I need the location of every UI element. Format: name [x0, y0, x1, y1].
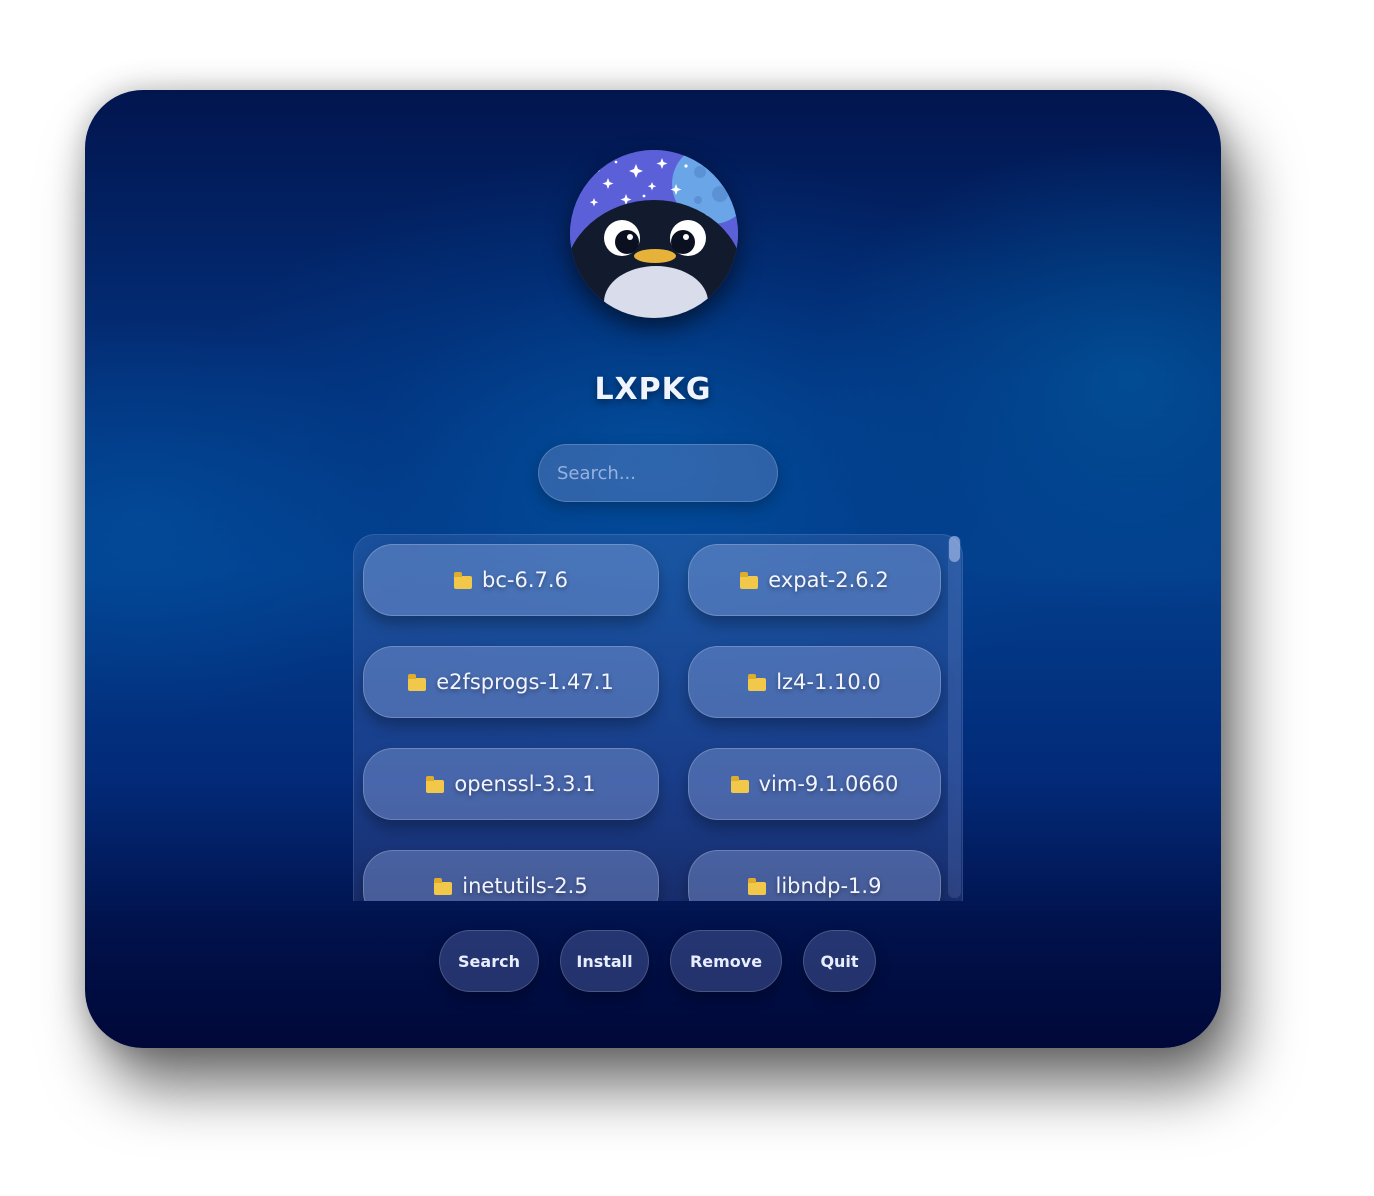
package-label: expat-2.6.2 — [768, 568, 889, 592]
package-list-scrollbar-thumb[interactable] — [949, 536, 960, 562]
folder-icon — [730, 776, 749, 793]
package-item-openssl[interactable]: openssl-3.3.1 — [363, 748, 659, 820]
install-button[interactable]: Install — [560, 930, 649, 992]
package-label: inetutils-2.5 — [462, 874, 588, 898]
remove-button[interactable]: Remove — [670, 930, 782, 992]
package-label: openssl-3.3.1 — [454, 772, 596, 796]
package-item-inetutils[interactable]: inetutils-2.5 — [363, 850, 659, 901]
package-label: bc-6.7.6 — [482, 568, 568, 592]
folder-icon — [408, 674, 427, 691]
package-item-vim[interactable]: vim-9.1.0660 — [688, 748, 941, 820]
penguin-logo — [570, 150, 738, 318]
package-item-expat[interactable]: expat-2.6.2 — [688, 544, 941, 616]
package-label: libndp-1.9 — [775, 874, 882, 898]
action-bar: Search Install Remove Quit — [85, 930, 1221, 994]
penguin-logo-image — [570, 150, 738, 318]
package-item-e2fsprogs[interactable]: e2fsprogs-1.47.1 — [363, 646, 659, 718]
folder-icon — [747, 878, 766, 895]
search-button[interactable]: Search — [439, 930, 539, 992]
quit-button[interactable]: Quit — [803, 930, 876, 992]
folder-icon — [740, 572, 759, 589]
package-list: bc-6.7.6 expat-2.6.2 e2fsprogs-1.47.1 lz… — [353, 534, 963, 901]
package-item-lz4[interactable]: lz4-1.10.0 — [688, 646, 941, 718]
package-list-scrollbar[interactable] — [948, 536, 961, 898]
app-window: LXPKG bc-6.7.6 expat-2.6.2 e2fsprogs-1.4… — [85, 90, 1221, 1048]
folder-icon — [426, 776, 445, 793]
folder-icon — [454, 572, 473, 589]
package-item-bc[interactable]: bc-6.7.6 — [363, 544, 659, 616]
package-label: e2fsprogs-1.47.1 — [436, 670, 614, 694]
folder-icon — [434, 878, 453, 895]
search-input[interactable] — [538, 444, 778, 502]
package-label: vim-9.1.0660 — [758, 772, 899, 796]
app-title: LXPKG — [594, 372, 712, 407]
package-label: lz4-1.10.0 — [776, 670, 881, 694]
package-item-libndp[interactable]: libndp-1.9 — [688, 850, 941, 901]
folder-icon — [748, 674, 767, 691]
